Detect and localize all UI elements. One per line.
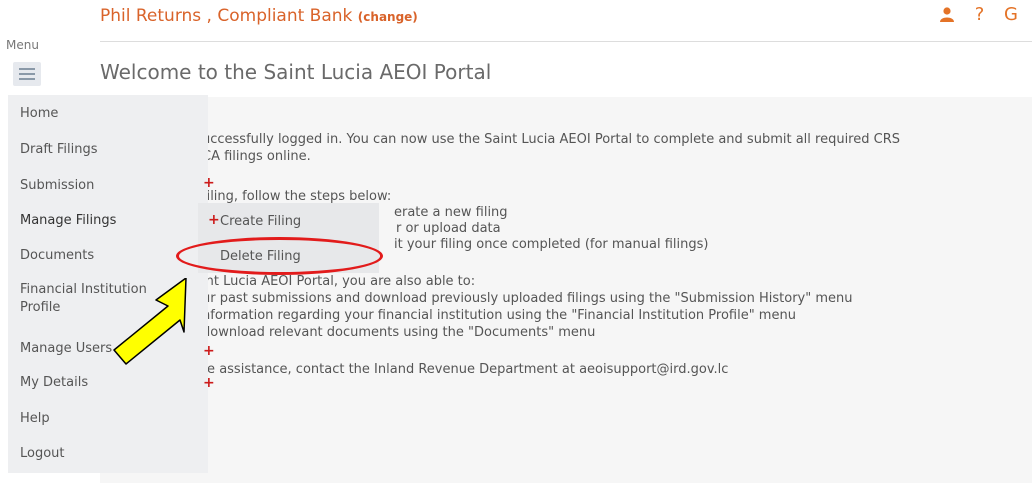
content-line: ur past submissions and download previou… — [202, 291, 853, 306]
menu-item-help[interactable]: Help — [20, 411, 50, 426]
menu-label: Menu — [6, 38, 39, 52]
menu-item-documents[interactable]: Documents — [20, 248, 94, 263]
menu-item-manage-users[interactable]: Manage Users — [20, 341, 112, 356]
menu-item-logout[interactable]: Logout — [20, 446, 65, 461]
menu-item-profile[interactable]: Profile — [20, 300, 60, 315]
content-line: int Lucia AEOI Portal, you are also able… — [202, 274, 476, 289]
menu-item-manage-filings[interactable]: Manage Filings — [20, 213, 116, 228]
expand-plus-icon[interactable]: + — [203, 375, 215, 391]
user-company-name: Phil Returns , Compliant Bank — [100, 6, 353, 26]
expand-plus-icon[interactable]: + — [203, 175, 215, 191]
menu-item-home[interactable]: Home — [20, 106, 58, 121]
pointer-arrow-annotation — [113, 278, 187, 365]
expand-plus-icon: + — [208, 212, 220, 228]
logout-icon[interactable]: G — [1004, 4, 1018, 25]
content-line: erate a new filing — [394, 205, 508, 220]
content-line: uccessfully logged in. You can now use t… — [202, 132, 900, 147]
change-link[interactable]: (change) — [358, 10, 418, 24]
user-company-header: Phil Returns , Compliant Bank (change) — [100, 6, 418, 26]
page-title: Welcome to the Saint Lucia AEOI Portal — [100, 60, 492, 84]
user-icon[interactable] — [939, 4, 955, 25]
submenu-item-create-filing[interactable]: Create Filing — [220, 214, 301, 229]
hamburger-menu-icon[interactable] — [13, 62, 41, 86]
content-line: r or upload data — [396, 221, 501, 236]
menu-item-submission[interactable]: Submission — [20, 178, 94, 193]
top-icons: ? G — [939, 4, 1032, 25]
menu-item-my-details[interactable]: My Details — [20, 375, 88, 390]
menu-item-draft-filings[interactable]: Draft Filings — [20, 142, 98, 157]
content-line: filing, follow the steps below: — [202, 189, 392, 204]
content-line: CA filings online. — [202, 149, 311, 164]
content-line: download relevant documents using the "D… — [202, 325, 596, 340]
header-divider — [100, 41, 1032, 42]
highlight-oval-annotation — [176, 237, 383, 275]
help-icon[interactable]: ? — [975, 4, 985, 25]
content-panel: uccessfully logged in. You can now use t… — [100, 97, 1032, 483]
content-line: re assistance, contact the Inland Revenu… — [202, 362, 729, 377]
content-line: nformation regarding your financial inst… — [202, 308, 796, 323]
content-line: it your filing once completed (for manua… — [394, 237, 709, 252]
